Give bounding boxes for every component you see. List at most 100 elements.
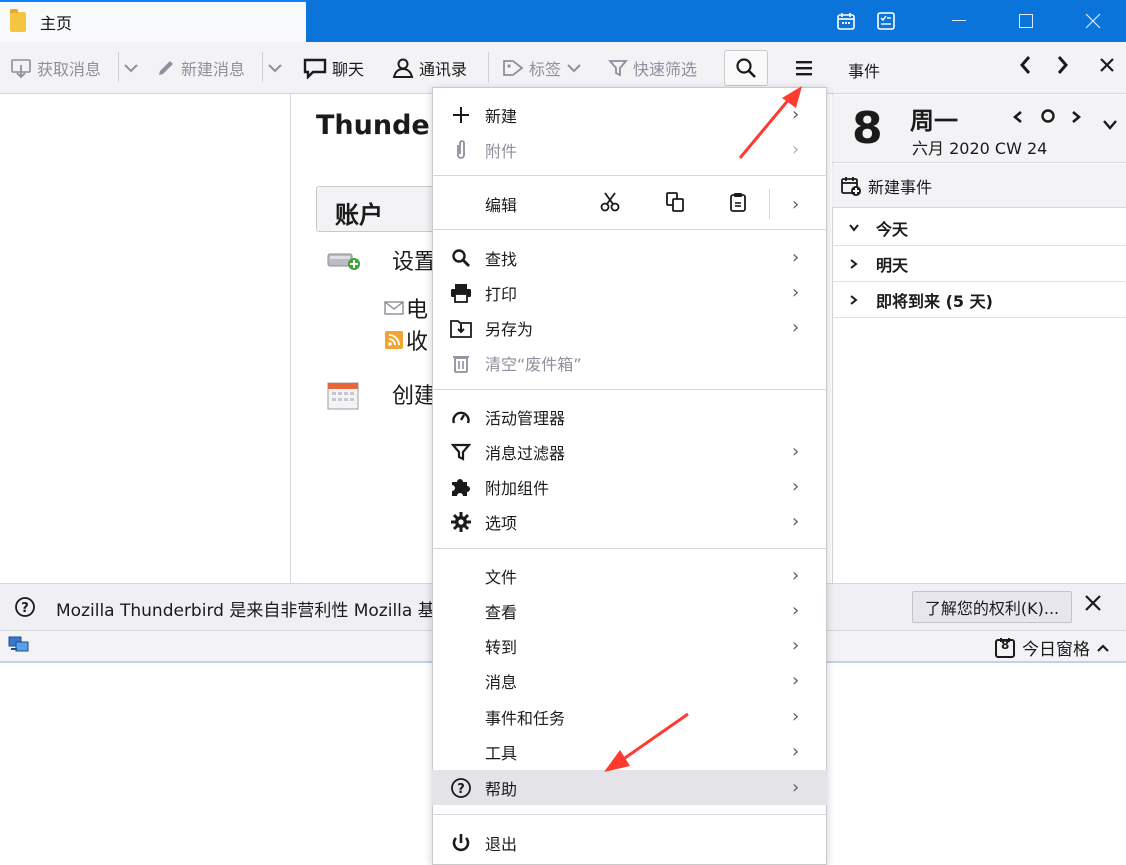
menu-item-edit[interactable]: 编辑 ›: [432, 186, 827, 222]
chevron-down-icon[interactable]: [1102, 117, 1118, 135]
next-day-icon[interactable]: [1070, 109, 1082, 129]
menu-item-file[interactable]: 文件 ›: [432, 558, 827, 593]
filter-icon: [450, 441, 472, 463]
menu-item-label: 退出: [485, 834, 518, 854]
menu-item-message[interactable]: 消息 ›: [432, 663, 827, 698]
feeds-label: 收: [406, 330, 429, 355]
help-icon: ?: [450, 777, 472, 799]
menu-divider: [432, 229, 827, 230]
today-pane-label: 今日窗格: [1022, 640, 1090, 660]
tag-icon: [503, 60, 524, 76]
toolbar-divider: [262, 52, 263, 82]
menu-item-empty-trash[interactable]: 清空“废件箱”: [432, 345, 827, 380]
section-upcoming-label: 即将到来 (5 天): [876, 291, 993, 311]
search-button[interactable]: [724, 50, 768, 86]
app-menu-button[interactable]: [786, 52, 822, 84]
menu-item-help[interactable]: ? 帮助 ›: [432, 770, 827, 805]
menu-item-options[interactable]: 选项 ›: [432, 504, 827, 539]
plus-icon: [450, 104, 472, 126]
get-messages-dropdown[interactable]: [124, 42, 143, 94]
today-pane-header: 事件: [832, 42, 1126, 94]
menu-item-find[interactable]: 查找 ›: [432, 240, 827, 275]
puzzle-icon: [450, 476, 472, 498]
maximize-button[interactable]: [995, 0, 1057, 42]
page-title: Thunder: [316, 110, 444, 141]
printer-icon: [450, 282, 472, 304]
next-icon[interactable]: [1056, 54, 1070, 80]
know-your-rights-button[interactable]: 了解您的权利(K)...: [912, 591, 1072, 623]
close-notification-icon[interactable]: [1084, 593, 1102, 618]
calendar-create-icon: [327, 380, 359, 410]
annotation-arrow-menu: [738, 86, 802, 159]
menu-item-label: 清空“废件箱”: [485, 354, 582, 374]
trash-icon: [450, 352, 472, 374]
paste-icon[interactable]: [728, 191, 748, 217]
tab-home-label: 主页: [40, 14, 73, 33]
chevron-right-icon: ›: [792, 565, 800, 586]
chevron-right-icon: ›: [792, 777, 800, 798]
menu-item-save-as[interactable]: 另存为 ›: [432, 310, 827, 345]
create-calendar-link[interactable]: 创建: [392, 378, 436, 410]
menu-item-addons[interactable]: 附加组件 ›: [432, 469, 827, 504]
menu-item-label: 打印: [485, 284, 518, 304]
email-link[interactable]: 电: [384, 292, 428, 324]
menu-item-filters[interactable]: 消息过滤器 ›: [432, 434, 827, 469]
save-folder-icon: [450, 317, 472, 339]
online-status-icon[interactable]: [8, 636, 30, 658]
menu-item-activity[interactable]: 活动管理器: [432, 399, 827, 434]
chevron-right-icon: ›: [792, 317, 800, 338]
menu-item-label: 附件: [485, 141, 518, 161]
day-number: 8: [852, 103, 883, 154]
filter-icon: [608, 60, 628, 77]
menu-item-label: 活动管理器: [485, 408, 566, 428]
copy-icon[interactable]: [664, 191, 686, 217]
new-event-button[interactable]: 新建事件: [832, 164, 1126, 208]
get-messages-button[interactable]: 获取消息: [10, 42, 101, 94]
chevron-right-icon: [850, 294, 858, 305]
chevron-right-icon: [850, 258, 858, 269]
today-pane-toggle[interactable]: 8 今日窗格: [994, 635, 1110, 660]
close-icon[interactable]: [1098, 56, 1116, 78]
annotation-arrow-help: [604, 712, 689, 772]
menu-item-label: 转到: [485, 637, 518, 657]
menu-item-view[interactable]: 查看 ›: [432, 593, 827, 628]
download-icon: [11, 59, 31, 79]
tasks-tab-icon[interactable]: [874, 9, 898, 33]
cut-icon[interactable]: [599, 191, 621, 217]
menu-item-label: 新建: [485, 106, 518, 126]
search-icon: [450, 247, 472, 269]
account-setup-icon: [326, 248, 362, 270]
chevron-down-icon: [849, 223, 859, 232]
chevron-right-icon: ›: [792, 635, 800, 656]
chat-bubble-icon: [303, 58, 327, 79]
section-today[interactable]: 今天: [832, 210, 1126, 246]
menu-item-label: 查看: [485, 602, 518, 622]
email-label: 电: [406, 298, 429, 323]
minimize-button[interactable]: [928, 0, 990, 42]
menu-item-label: 查找: [485, 249, 518, 269]
menu-item-quit[interactable]: 退出: [432, 825, 827, 860]
chevron-right-icon: ›: [792, 441, 800, 462]
chevron-right-icon: ›: [792, 247, 800, 268]
close-window-button[interactable]: [1062, 0, 1124, 42]
svg-text:?: ?: [457, 782, 465, 797]
today-day-number: 8: [1001, 638, 1010, 652]
menu-item-print[interactable]: 打印 ›: [432, 275, 827, 310]
new-message-dropdown[interactable]: [268, 42, 287, 94]
prev-day-icon[interactable]: [1012, 109, 1024, 129]
new-message-button[interactable]: 新建消息: [156, 42, 245, 94]
rss-icon: [385, 331, 403, 349]
section-tomorrow[interactable]: 明天: [832, 246, 1126, 282]
today-circle-icon[interactable]: [1040, 108, 1056, 128]
calendar-tab-icon[interactable]: [834, 9, 858, 33]
prev-icon[interactable]: [1018, 54, 1032, 80]
setup-account-link[interactable]: 设置: [392, 244, 436, 276]
menu-item-go[interactable]: 转到 ›: [432, 628, 827, 663]
tab-home[interactable]: 主页: [0, 0, 306, 42]
chevron-right-icon: ›: [792, 476, 800, 497]
chat-button[interactable]: 聊天: [303, 42, 364, 94]
section-upcoming[interactable]: 即将到来 (5 天): [832, 282, 1126, 318]
menu-item-label: 事件和任务: [485, 708, 566, 728]
feeds-link[interactable]: 收: [384, 324, 428, 356]
chevron-right-icon: ›: [792, 706, 800, 727]
